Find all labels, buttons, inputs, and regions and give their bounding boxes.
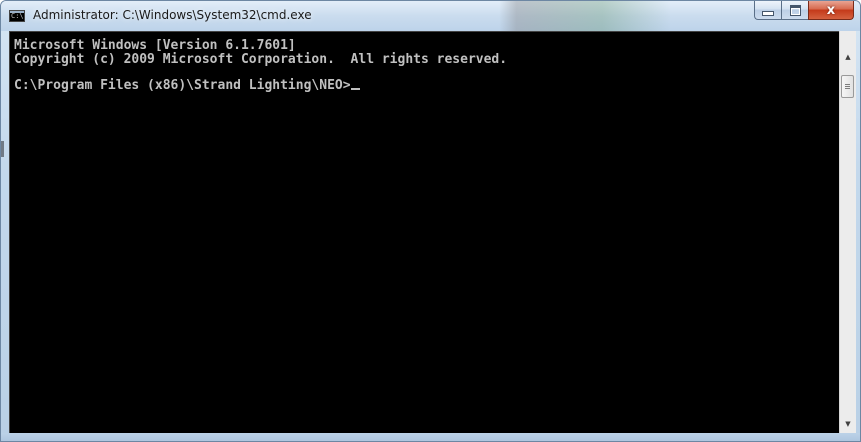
cmd-icon[interactable]: C:\.	[9, 10, 25, 22]
console-line-copyright: Copyright (c) 2009 Microsoft Corporation…	[14, 52, 508, 67]
cmd-window: C:\. Administrator: C:\Windows\System32\…	[0, 0, 861, 442]
grip-line-icon	[845, 88, 850, 89]
minimize-icon	[762, 10, 774, 16]
console-line-version: Microsoft Windows [Version 6.1.7601]	[14, 38, 296, 53]
console-prompt-line[interactable]: C:\Program Files (x86)\Strand Lighting\N…	[14, 79, 360, 93]
title-bar[interactable]: C:\. Administrator: C:\Windows\System32\…	[1, 1, 860, 31]
window-title: Administrator: C:\Windows\System32\cmd.e…	[33, 8, 312, 22]
console-prompt: C:\Program Files (x86)\Strand Lighting\N…	[14, 78, 351, 93]
close-icon: x	[826, 2, 836, 18]
window-bottom-border[interactable]	[1, 433, 860, 441]
text-cursor	[350, 88, 360, 90]
close-button[interactable]: x	[808, 1, 854, 20]
caption-buttons: x	[754, 1, 854, 21]
window-resize-edge[interactable]	[1, 141, 4, 157]
maximize-icon	[789, 4, 801, 16]
vertical-scrollbar[interactable]: ▲ ▼	[839, 31, 856, 435]
grip-line-icon	[845, 84, 850, 85]
cmd-icon-text: C:\.	[11, 12, 24, 20]
console-output-area[interactable]: Microsoft Windows [Version 6.1.7601] Cop…	[9, 31, 839, 435]
minimize-button[interactable]	[754, 1, 781, 20]
scroll-down-arrow-icon[interactable]: ▼	[840, 416, 856, 433]
maximize-button[interactable]	[781, 1, 808, 20]
scrollbar-thumb[interactable]	[841, 75, 854, 98]
grip-line-icon	[845, 86, 850, 87]
scroll-up-arrow-icon[interactable]: ▲	[840, 49, 856, 66]
